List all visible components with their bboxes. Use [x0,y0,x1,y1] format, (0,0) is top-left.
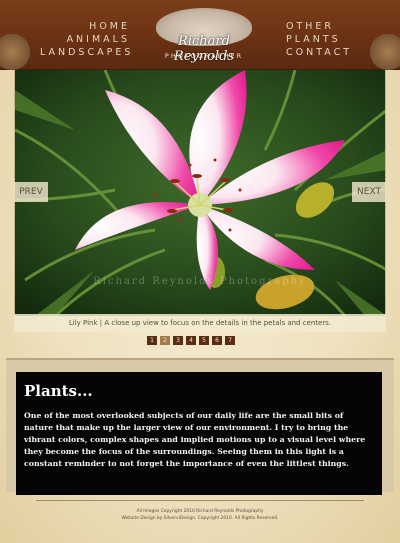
pager-item-active[interactable]: 2 [160,336,170,345]
nav-plants[interactable]: PLANTS [286,33,366,46]
nav-left: HOME ANIMALS LANDSCAPES [40,20,130,59]
footer-divider [36,500,364,501]
site-header: HOME ANIMALS LANDSCAPES Richard Reynolds… [0,0,400,70]
nav-contact[interactable]: CONTACT [286,46,366,59]
slide-caption: Lily Pink | A close up view to focus on … [14,314,386,332]
site-footer: All Images Copyright 2010 Richard Reynol… [0,508,400,522]
slide-pager: 1 2 3 4 5 6 7 [147,336,235,345]
pager-item[interactable]: 3 [173,336,183,345]
corner-ornament-right [370,34,400,70]
prev-button[interactable]: PREV [14,182,48,202]
logo-subtitle: PHOTOGRAPHER [164,52,244,60]
content-body: One of the most overlooked subjects of o… [24,411,366,468]
content-panel: Plants... One of the most overlooked sub… [16,372,382,495]
pager-item[interactable]: 6 [212,336,222,345]
pager-item[interactable]: 1 [147,336,157,345]
site-logo[interactable]: Richard Reynolds PHOTOGRAPHER [148,6,260,64]
photo-watermark: Richard Reynolds Photography [93,276,307,287]
footer-copyright: All Images Copyright 2010 Richard Reynol… [136,509,264,514]
nav-animals[interactable]: ANIMALS [40,33,130,46]
nav-home[interactable]: HOME [40,20,130,33]
footer-design-credit: Website Design by SilverviDesign. Copyri… [121,516,279,521]
nav-right: OTHER PLANTS CONTACT [286,20,366,59]
pager-item[interactable]: 5 [199,336,209,345]
corner-ornament-left [0,34,30,70]
nav-landscapes[interactable]: LANDSCAPES [40,46,130,59]
next-button[interactable]: NEXT [352,182,386,202]
pager-item[interactable]: 4 [186,336,196,345]
nav-other[interactable]: OTHER [286,20,366,33]
content-heading: Plants... [24,382,93,400]
pager-item[interactable]: 7 [225,336,235,345]
